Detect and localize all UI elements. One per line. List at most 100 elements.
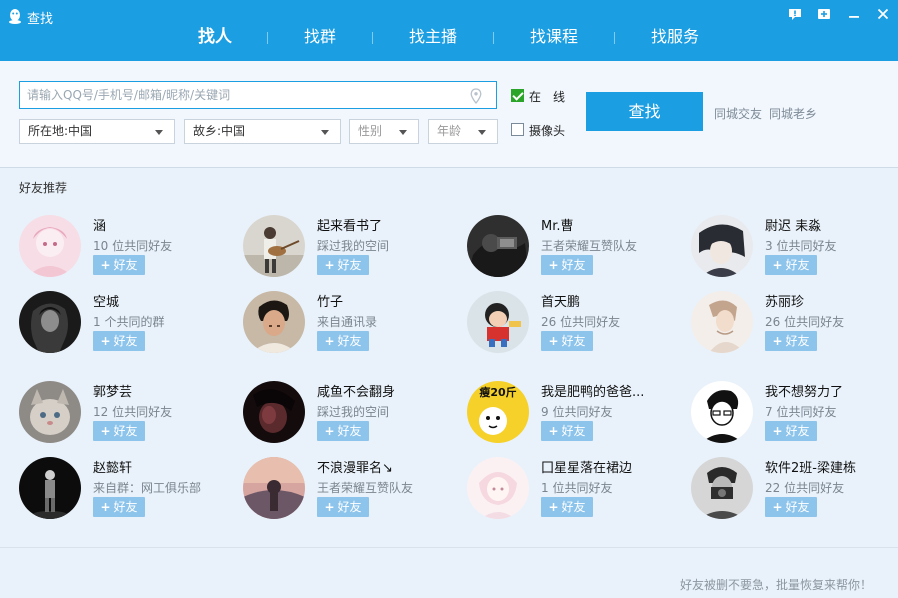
friend-name[interactable]: 不浪漫罪名↘ [317,457,393,476]
tab-find-service[interactable]: 找服务 [644,24,706,52]
local-dating-link[interactable]: 同城交友 [714,105,762,122]
search-panel: 所在地:中国 故乡:中国 性别 年龄 在 线 摄像头 查找 同城交友 同城老乡 [0,61,898,168]
search-button[interactable]: 查找 [586,92,703,131]
avatar[interactable] [243,381,305,443]
camera-checkbox-row[interactable]: 摄像头 [511,122,571,138]
add-friend-button[interactable]: + 好友 [93,255,145,275]
add-friend-label: 好友 [561,334,586,348]
add-friend-label: 好友 [337,334,362,348]
plus-icon: + [772,424,783,438]
friend-name[interactable]: 赵懿轩 [93,457,132,476]
add-friend-label: 好友 [337,500,362,514]
friend-card: 涵 10 位共同好友 + 好友 [19,215,239,279]
add-friend-button[interactable]: + 好友 [541,497,593,517]
hometown-fellow-link[interactable]: 同城老乡 [769,105,817,122]
avatar[interactable] [243,215,305,277]
tab-bar: 找人 找群 找主播 找课程 找服务 [0,24,898,54]
add-friend-button[interactable]: + 好友 [317,255,369,275]
add-friend-button[interactable]: + 好友 [93,497,145,517]
gender-select[interactable]: 性别 [349,119,419,144]
avatar[interactable] [19,381,81,443]
friend-relation: 10 位共同好友 [93,239,173,253]
friend-name[interactable]: Mr.曹 [541,215,574,234]
plus-icon: + [100,334,111,348]
recover-friends-link[interactable]: 好友被删不要急，批量恢复来帮你！ [680,576,872,593]
avatar[interactable] [19,457,81,519]
hometown-select[interactable]: 故乡:中国 [184,119,341,144]
plus-icon: + [100,500,111,514]
friend-name[interactable]: 首天鹏 [541,291,580,310]
add-friend-button[interactable]: + 好友 [93,421,145,441]
tab-find-group[interactable]: 找群 [297,24,343,52]
plus-icon: + [100,258,111,272]
location-select[interactable]: 所在地:中国 [19,119,175,144]
avatar[interactable] [691,215,753,277]
add-friend-button[interactable]: + 好友 [765,497,817,517]
add-friend-button[interactable]: + 好友 [317,421,369,441]
camera-checkbox[interactable] [511,123,524,136]
age-select[interactable]: 年龄 [428,119,498,144]
close-icon[interactable] [875,6,891,22]
chevron-down-icon [478,130,486,135]
add-friend-label: 好友 [113,424,138,438]
plus-icon: + [324,500,335,514]
avatar[interactable] [19,215,81,277]
avatar[interactable]: 瘦20斤 [467,381,529,443]
plus-icon: + [772,334,783,348]
avatar[interactable] [467,291,529,353]
avatar[interactable] [467,457,529,519]
friend-name[interactable]: 咸鱼不会翻身 [317,381,395,400]
online-checkbox[interactable] [511,89,524,102]
avatar[interactable] [243,291,305,353]
add-friend-label: 好友 [337,258,362,272]
friend-name[interactable]: 涵 [93,215,106,234]
friend-name[interactable]: 郭梦芸 [93,381,132,400]
location-pin-icon[interactable] [470,88,482,104]
friend-name[interactable]: 尉迟 耒淼 [765,215,821,234]
friend-name[interactable]: 空城 [93,291,119,310]
avatar[interactable] [467,215,529,277]
add-friend-button[interactable]: + 好友 [541,421,593,441]
friend-card: Mr.曹 王者荣耀互赞队友 + 好友 [467,215,687,279]
plus-icon: + [548,500,559,514]
friend-card: 竹子 来自通讯录 + 好友 [243,291,463,355]
plus-icon: + [324,258,335,272]
friend-name[interactable]: 囗星星落在裙边 [541,457,632,476]
search-input[interactable] [20,82,460,108]
add-friend-button[interactable]: + 好友 [765,331,817,351]
friend-name[interactable]: 起来看书了 [317,215,382,234]
add-friend-button[interactable]: + 好友 [765,255,817,275]
friend-card: 首天鹏 26 位共同好友 + 好友 [467,291,687,355]
add-window-icon[interactable] [816,6,832,22]
friend-relation: 3 位共同好友 [765,239,837,253]
friend-relation: 22 位共同好友 [765,481,845,495]
friend-name[interactable]: 我是肥鸭的爸爸... [541,381,644,400]
avatar[interactable] [691,457,753,519]
tab-find-people[interactable]: 找人 [192,24,238,52]
friend-name[interactable]: 苏丽珍 [765,291,804,310]
add-friend-button[interactable]: + 好友 [93,331,145,351]
add-friend-label: 好友 [337,424,362,438]
friend-name[interactable]: 竹子 [317,291,343,310]
add-friend-button[interactable]: + 好友 [765,421,817,441]
avatar[interactable] [19,291,81,353]
tab-find-streamer[interactable]: 找主播 [402,24,464,52]
search-field[interactable] [19,81,497,109]
add-friend-button[interactable]: + 好友 [541,255,593,275]
avatar[interactable] [691,291,753,353]
feedback-icon[interactable] [787,6,803,22]
add-friend-button[interactable]: + 好友 [317,331,369,351]
friend-name[interactable]: 我不想努力了 [765,381,843,400]
add-friend-label: 好友 [561,258,586,272]
add-friend-button[interactable]: + 好友 [317,497,369,517]
friend-name[interactable]: 软件2班-梁建栋 [765,457,856,476]
add-friend-button[interactable]: + 好友 [541,331,593,351]
camera-label: 摄像头 [529,124,566,138]
svg-text:瘦20斤: 瘦20斤 [479,385,516,399]
minimize-icon[interactable] [846,6,862,22]
avatar[interactable] [691,381,753,443]
online-checkbox-row[interactable]: 在 线 [511,88,571,104]
avatar[interactable] [243,457,305,519]
tab-separator [614,32,615,44]
tab-find-course[interactable]: 找课程 [523,24,585,52]
